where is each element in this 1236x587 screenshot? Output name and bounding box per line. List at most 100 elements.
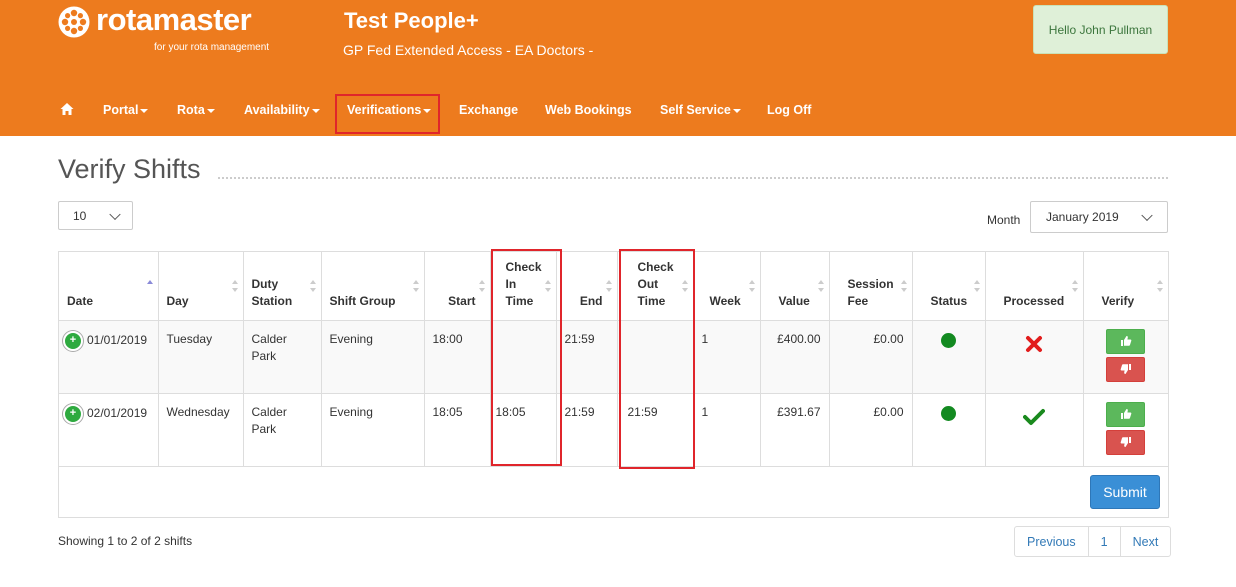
cell-shift-group: Evening bbox=[321, 320, 425, 394]
thumbs-up-icon bbox=[1120, 335, 1132, 346]
chevron-down-icon bbox=[1141, 209, 1153, 222]
sort-icon bbox=[748, 280, 755, 292]
user-greeting[interactable]: Hello John Pullman bbox=[1033, 5, 1168, 54]
cell-day: Wednesday bbox=[158, 393, 244, 467]
col-start[interactable]: Start bbox=[424, 252, 491, 321]
pagination-next[interactable]: Next bbox=[1121, 527, 1171, 556]
pagination-page-1[interactable]: 1 bbox=[1089, 527, 1121, 556]
pagination: Previous 1 Next bbox=[1014, 526, 1172, 557]
cell-processed bbox=[985, 320, 1084, 394]
app-subtitle: GP Fed Extended Access - EA Doctors - bbox=[343, 42, 594, 58]
col-processed[interactable]: Processed bbox=[985, 252, 1084, 321]
sort-icon bbox=[1071, 280, 1078, 292]
sort-icon bbox=[1157, 280, 1163, 292]
expand-row-icon[interactable]: + bbox=[63, 330, 83, 351]
nav-availability[interactable]: Availability bbox=[244, 94, 320, 126]
nav-web-bookings[interactable]: Web Bookings bbox=[545, 94, 632, 126]
thumbs-down-icon bbox=[1120, 436, 1131, 447]
sort-icon bbox=[973, 280, 980, 292]
col-verify[interactable]: Verify bbox=[1083, 252, 1168, 321]
thumbs-up-icon bbox=[1120, 408, 1132, 419]
sort-icon bbox=[900, 280, 907, 292]
cell-end: 21:59 bbox=[556, 393, 618, 467]
caret-down-icon bbox=[732, 108, 741, 113]
title-divider bbox=[218, 177, 1168, 179]
home-icon[interactable] bbox=[60, 102, 74, 116]
col-duty-station[interactable]: Duty Station bbox=[243, 252, 322, 321]
cell-status bbox=[912, 320, 986, 394]
sort-asc-icon bbox=[146, 280, 153, 292]
cell-verify bbox=[1083, 320, 1168, 394]
col-value[interactable]: Value bbox=[760, 252, 830, 321]
sort-icon bbox=[412, 280, 419, 292]
cell-duty-station: Calder Park bbox=[243, 320, 322, 394]
cell-status bbox=[912, 393, 986, 467]
cell-session-fee: £0.00 bbox=[829, 393, 913, 467]
check-out-highlight bbox=[619, 249, 695, 469]
expand-row-icon[interactable]: + bbox=[63, 403, 83, 424]
table-row: +01/01/2019 Tuesday Calder Park Evening … bbox=[59, 320, 1168, 394]
cell-start: 18:00 bbox=[424, 320, 491, 394]
col-date[interactable]: Date bbox=[59, 252, 159, 321]
pagination-previous[interactable]: Previous bbox=[1015, 527, 1089, 556]
nav-log-off[interactable]: Log Off bbox=[767, 94, 811, 126]
cell-day: Tuesday bbox=[158, 320, 244, 394]
reject-button[interactable] bbox=[1106, 429, 1146, 455]
nav-portal[interactable]: Portal bbox=[103, 94, 149, 126]
month-select[interactable]: January 2019 bbox=[1030, 201, 1168, 233]
nav-self-service[interactable]: Self Service bbox=[660, 94, 741, 126]
approve-button[interactable] bbox=[1106, 328, 1146, 354]
col-week[interactable]: Week bbox=[693, 252, 761, 321]
cell-duty-station: Calder Park bbox=[243, 393, 322, 467]
col-status[interactable]: Status bbox=[912, 252, 986, 321]
app-header: rotamaster for your rota management Test… bbox=[0, 0, 1236, 136]
status-dot-icon bbox=[941, 332, 956, 348]
col-day[interactable]: Day bbox=[158, 252, 244, 321]
brand-tagline: for your rota management bbox=[154, 42, 270, 53]
sort-icon bbox=[309, 280, 316, 292]
cell-date: +01/01/2019 bbox=[59, 320, 159, 394]
brand-name: rotamaster bbox=[96, 2, 252, 37]
showing-info: Showing 1 to 2 of 2 shifts bbox=[58, 534, 193, 548]
cell-start: 18:05 bbox=[424, 393, 491, 467]
nav-rota[interactable]: Rota bbox=[177, 94, 215, 126]
cell-value: £400.00 bbox=[760, 320, 830, 394]
cell-date: +02/01/2019 bbox=[59, 393, 159, 467]
approve-button[interactable] bbox=[1106, 401, 1146, 427]
cell-end: 21:59 bbox=[556, 320, 618, 394]
col-end[interactable]: End bbox=[556, 252, 618, 321]
col-session-fee[interactable]: Session Fee bbox=[829, 252, 913, 321]
sort-icon bbox=[605, 280, 612, 292]
page-size-select[interactable]: 10 bbox=[58, 201, 133, 230]
status-dot-icon bbox=[941, 405, 956, 421]
app-title: Test People+ bbox=[344, 8, 479, 33]
cell-week: 1 bbox=[693, 320, 761, 394]
caret-down-icon bbox=[140, 108, 149, 113]
cell-processed bbox=[985, 393, 1084, 467]
cell-value: £391.67 bbox=[760, 393, 830, 467]
sort-icon bbox=[231, 280, 238, 292]
logo-mark-icon bbox=[58, 6, 90, 38]
month-label: Month bbox=[987, 213, 1021, 227]
nav-exchange[interactable]: Exchange bbox=[459, 94, 518, 126]
verifications-highlight bbox=[335, 94, 440, 134]
table-row: +02/01/2019 Wednesday Calder Park Evenin… bbox=[59, 393, 1168, 467]
cell-session-fee: £0.00 bbox=[829, 320, 913, 394]
page-size-value: 10 bbox=[73, 209, 87, 223]
cell-shift-group: Evening bbox=[321, 393, 425, 467]
cell-verify bbox=[1083, 393, 1168, 467]
page-title: Verify Shifts bbox=[58, 154, 201, 184]
check-in-highlight bbox=[491, 249, 562, 466]
reject-button[interactable] bbox=[1106, 356, 1146, 382]
chevron-down-icon bbox=[109, 208, 121, 220]
submit-button[interactable]: Submit bbox=[1090, 475, 1160, 509]
sort-icon bbox=[817, 280, 824, 292]
cross-icon bbox=[1026, 335, 1042, 352]
table-header-row: Date Day Duty Station Shift Group Start … bbox=[59, 252, 1168, 321]
thumbs-down-icon bbox=[1120, 363, 1131, 374]
col-shift-group[interactable]: Shift Group bbox=[321, 252, 425, 321]
shifts-table: Date Day Duty Station Shift Group Start … bbox=[58, 251, 1169, 518]
sort-icon bbox=[478, 280, 485, 292]
check-icon bbox=[1023, 408, 1045, 425]
month-value: January 2019 bbox=[1046, 210, 1119, 224]
